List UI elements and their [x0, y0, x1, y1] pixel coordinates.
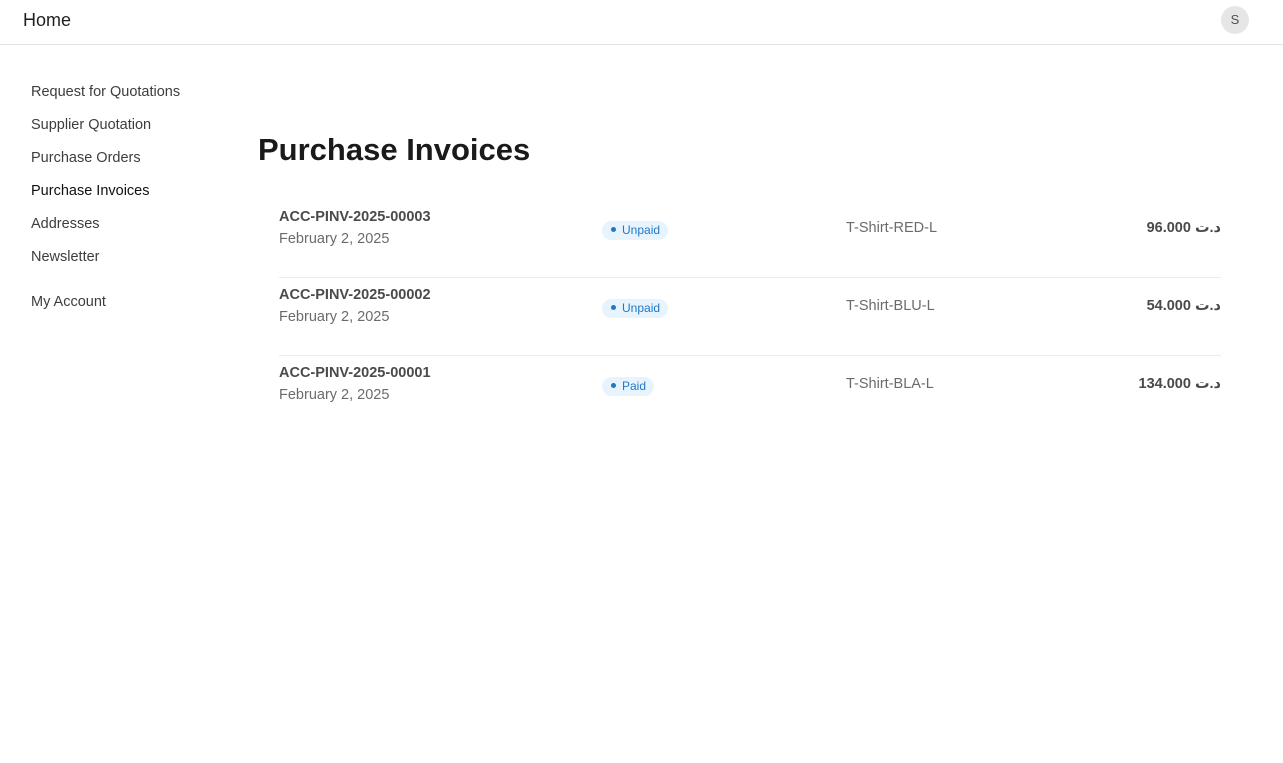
status-dot-icon: [611, 227, 616, 232]
invoice-item: T-Shirt-BLA-L: [846, 376, 934, 392]
invoice-amount: د.ت 54.000: [1146, 298, 1221, 314]
sidebar-item-newsletter[interactable]: Newsletter: [31, 247, 231, 280]
status-badge: Paid: [602, 377, 655, 396]
status-label: Unpaid: [622, 223, 661, 237]
page-title: Purchase Invoices: [258, 132, 531, 167]
status-badge: Unpaid: [602, 221, 669, 240]
sidebar-item-request-for-quotations[interactable]: Request for Quotations: [31, 82, 231, 115]
invoice-amount: د.ت 96.000: [1146, 220, 1221, 236]
invoice-date: February 2, 2025: [279, 387, 390, 403]
status-label: Unpaid: [622, 301, 661, 315]
sidebar-item-purchase-orders[interactable]: Purchase Orders: [31, 148, 231, 181]
invoice-row[interactable]: ACC-PINV-2025-00002 February 2, 2025 Unp…: [279, 278, 1221, 356]
invoice-name: ACC-PINV-2025-00001: [279, 365, 431, 381]
status-dot-icon: [611, 383, 616, 388]
sidebar-divider-space: [31, 280, 231, 292]
status-badge: Unpaid: [602, 299, 669, 318]
sidebar-item-addresses[interactable]: Addresses: [31, 214, 231, 247]
user-avatar[interactable]: S: [1221, 6, 1249, 34]
invoice-date: February 2, 2025: [279, 231, 390, 247]
invoice-row[interactable]: ACC-PINV-2025-00001 February 2, 2025 Pai…: [279, 356, 1221, 434]
invoice-row[interactable]: ACC-PINV-2025-00003 February 2, 2025 Unp…: [279, 200, 1221, 278]
invoice-item: T-Shirt-RED-L: [846, 220, 938, 236]
sidebar-item-my-account[interactable]: My Account: [31, 292, 231, 325]
invoice-amount: د.ت 134.000: [1138, 376, 1222, 392]
invoice-name: ACC-PINV-2025-00002: [279, 287, 431, 303]
status-dot-icon: [611, 305, 616, 310]
invoice-item: T-Shirt-BLU-L: [846, 298, 935, 314]
sidebar-item-supplier-quotation[interactable]: Supplier Quotation: [31, 115, 231, 148]
status-label: Paid: [622, 379, 647, 393]
sidebar-item-purchase-invoices[interactable]: Purchase Invoices: [31, 181, 231, 214]
navbar: Home S: [0, 0, 1283, 45]
home-link[interactable]: Home: [23, 10, 71, 31]
sidebar: Request for Quotations Supplier Quotatio…: [31, 82, 231, 325]
invoice-name: ACC-PINV-2025-00003: [279, 209, 431, 225]
invoice-date: February 2, 2025: [279, 309, 390, 325]
invoice-list: ACC-PINV-2025-00003 February 2, 2025 Unp…: [279, 200, 1221, 434]
